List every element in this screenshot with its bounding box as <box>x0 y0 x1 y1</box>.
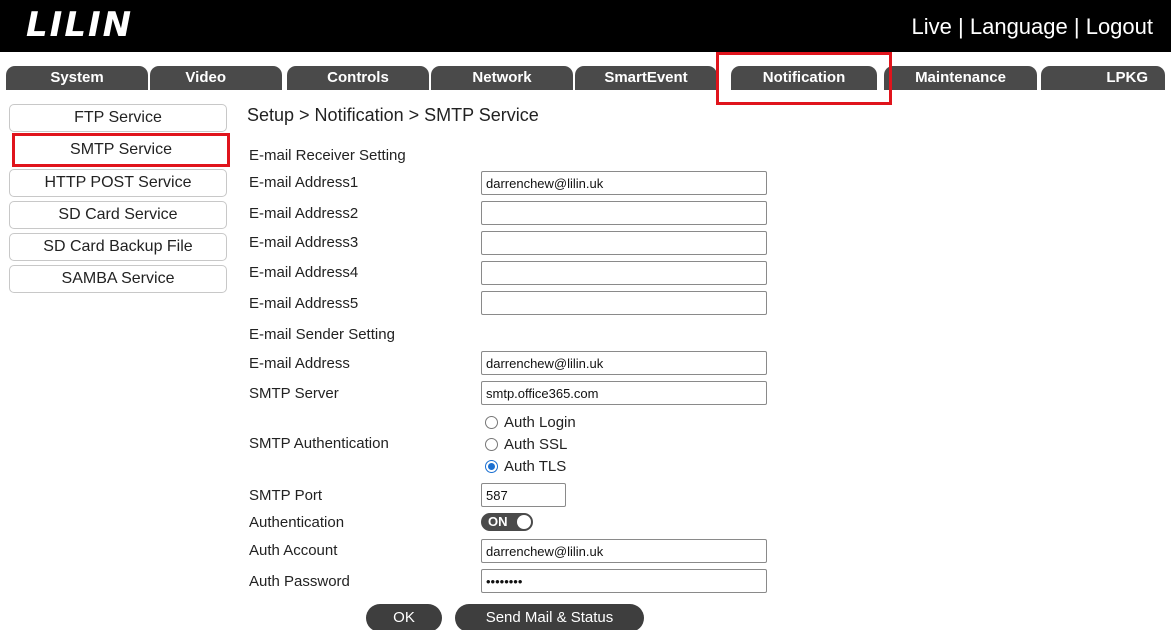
toggle-knob <box>516 514 532 530</box>
radio-checked-icon[interactable] <box>485 460 498 473</box>
sidebar-item-sd-card-service[interactable]: SD Card Service <box>9 201 227 229</box>
tab-label: Network <box>472 69 532 86</box>
link-separator: | <box>1067 14 1086 39</box>
sidebar-item-label: SD Card Backup File <box>43 238 193 255</box>
tab-network[interactable]: Network <box>431 66 573 90</box>
sender-email-label: E-mail Address <box>249 355 350 372</box>
email-address1-field[interactable] <box>481 171 767 195</box>
language-link[interactable]: Language <box>970 14 1068 39</box>
sidebar-item-samba-service[interactable]: SAMBA Service <box>9 265 227 293</box>
auth-ssl-label: Auth SSL <box>504 436 568 453</box>
smtp-port-field[interactable] <box>481 483 566 507</box>
smtp-port-label: SMTP Port <box>249 487 323 504</box>
logo-text: LILIN <box>26 5 134 45</box>
sidebar-item-label: SAMBA Service <box>61 270 175 287</box>
tab-label: System <box>50 69 104 86</box>
sidebar-item-label: FTP Service <box>74 109 162 126</box>
auth-login-option[interactable]: Auth Login <box>485 414 576 431</box>
ok-button[interactable]: OK <box>366 604 442 630</box>
tab-label: Video <box>185 69 226 86</box>
auth-password-field[interactable] <box>481 569 767 593</box>
sidebar-item-smtp-service[interactable]: SMTP Service <box>12 133 230 167</box>
link-separator: | <box>951 14 970 39</box>
top-header: LILIN Live | Language | Logout <box>0 0 1171 52</box>
send-mail-status-button[interactable]: Send Mail & Status <box>455 604 644 630</box>
receiver-section-label: E-mail Receiver Setting <box>249 147 406 164</box>
email-address4-field[interactable] <box>481 261 767 285</box>
notification-tab-highlight <box>716 52 892 105</box>
email-address5-label: E-mail Address5 <box>249 295 359 312</box>
logout-link[interactable]: Logout <box>1086 14 1153 39</box>
email-address1-label: E-mail Address1 <box>249 174 359 191</box>
lilin-logo: LILIN <box>26 8 133 42</box>
tab-lpkg[interactable]: LPKG <box>1041 66 1165 90</box>
sidebar-item-ftp-service[interactable]: FTP Service <box>9 104 227 132</box>
authentication-toggle[interactable]: ON <box>481 513 533 531</box>
auth-ssl-option[interactable]: Auth SSL <box>485 436 567 453</box>
tab-label: Controls <box>327 69 389 86</box>
tab-controls[interactable]: Controls <box>287 66 429 90</box>
toggle-state-text: ON <box>488 514 508 529</box>
tab-smartevent[interactable]: SmartEvent <box>575 66 717 90</box>
sidebar-item-http-post-service[interactable]: HTTP POST Service <box>9 169 227 197</box>
auth-tls-label: Auth TLS <box>504 458 567 475</box>
sidebar-item-label: SMTP Service <box>70 141 172 158</box>
sender-section-label: E-mail Sender Setting <box>249 326 395 343</box>
smtp-authentication-label: SMTP Authentication <box>249 435 389 452</box>
email-address2-field[interactable] <box>481 201 767 225</box>
email-address3-field[interactable] <box>481 231 767 255</box>
smtp-server-label: SMTP Server <box>249 385 339 402</box>
tab-label: SmartEvent <box>604 69 688 86</box>
sidebar-item-label: SD Card Service <box>58 206 178 223</box>
email-address5-field[interactable] <box>481 291 767 315</box>
email-address4-label: E-mail Address4 <box>249 264 359 281</box>
auth-tls-option[interactable]: Auth TLS <box>485 458 566 475</box>
auth-login-label: Auth Login <box>504 414 576 431</box>
breadcrumb: Setup > Notification > SMTP Service <box>247 105 539 125</box>
email-address3-label: E-mail Address3 <box>249 234 359 251</box>
live-link[interactable]: Live <box>912 14 952 39</box>
tab-label: LPKG <box>1106 69 1148 86</box>
email-address2-label: E-mail Address2 <box>249 205 359 222</box>
tab-video[interactable]: Video <box>150 66 282 90</box>
sidebar-item-label: HTTP POST Service <box>44 174 192 191</box>
sidebar-item-sd-card-backup-file[interactable]: SD Card Backup File <box>9 233 227 261</box>
sender-email-field[interactable] <box>481 351 767 375</box>
smtp-server-field[interactable] <box>481 381 767 405</box>
tab-label: Maintenance <box>915 69 1006 86</box>
authentication-label: Authentication <box>249 514 345 531</box>
tab-maintenance[interactable]: Maintenance <box>884 66 1037 90</box>
auth-account-field[interactable] <box>481 539 767 563</box>
top-links: Live | Language | Logout <box>912 14 1153 40</box>
auth-password-label: Auth Password <box>249 573 350 590</box>
tab-system[interactable]: System <box>6 66 148 90</box>
radio-icon[interactable] <box>485 416 498 429</box>
radio-icon[interactable] <box>485 438 498 451</box>
auth-account-label: Auth Account <box>249 542 338 559</box>
main-tab-bar: System Video Controls Network SmartEvent… <box>0 66 1171 90</box>
